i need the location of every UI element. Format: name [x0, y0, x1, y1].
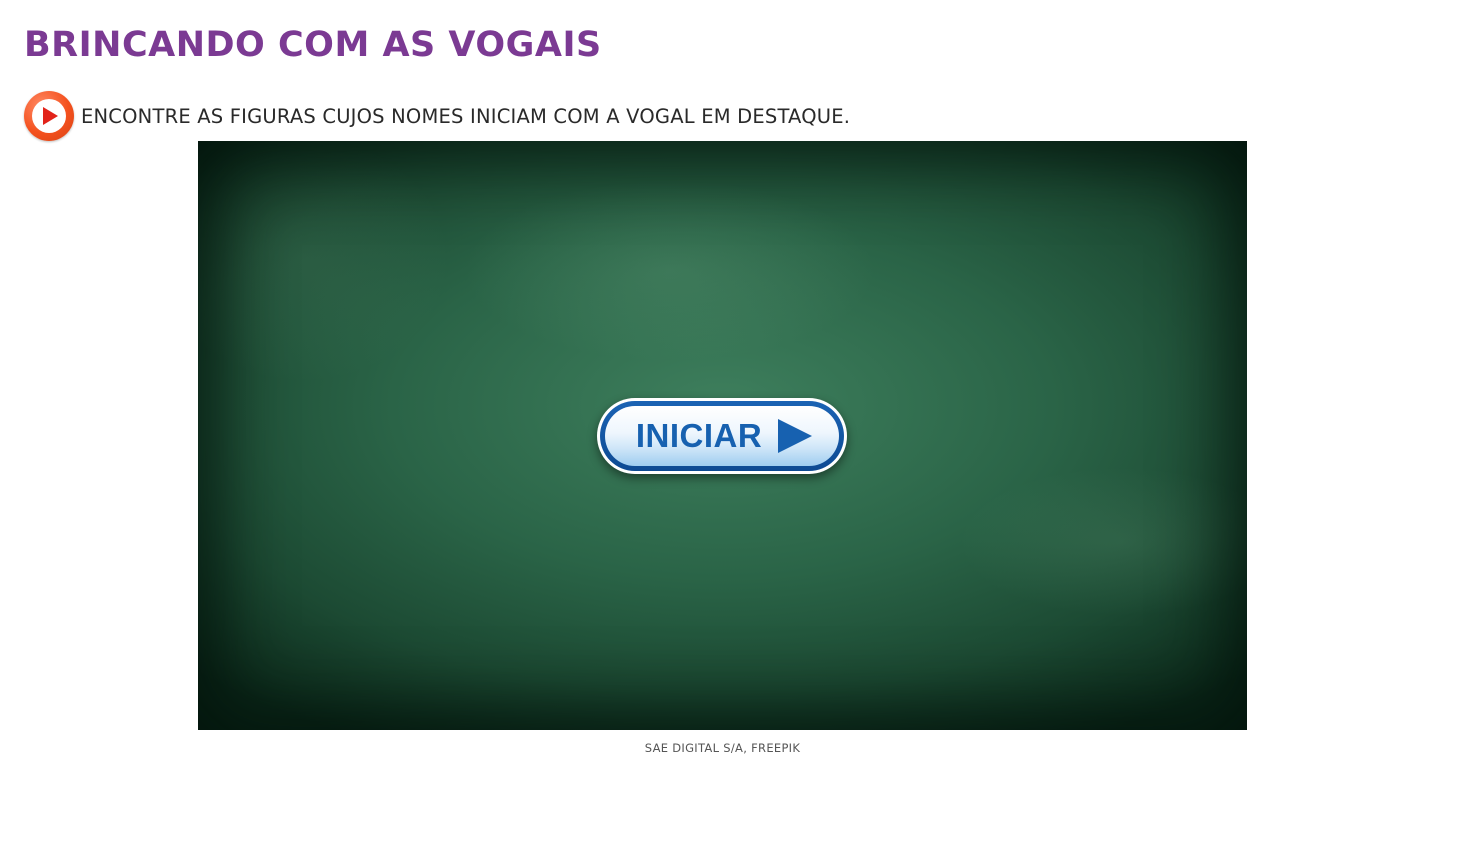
- page-title: BRINCANDO COM AS VOGAIS: [24, 25, 602, 65]
- game-chalkboard-frame[interactable]: INICIAR: [198, 141, 1247, 730]
- play-arrow-icon: [778, 419, 813, 453]
- audio-play-button[interactable]: [24, 91, 74, 141]
- image-credit: SAE DIGITAL S/A, FREEPIK: [644, 741, 801, 755]
- play-audio-icon: [43, 107, 58, 125]
- start-button[interactable]: INICIAR: [597, 398, 847, 474]
- instruction-row: ENCONTRE AS FIGURAS CUJOS NOMES INICIAM …: [24, 90, 850, 142]
- instruction-text: ENCONTRE AS FIGURAS CUJOS NOMES INICIAM …: [81, 104, 851, 128]
- start-button-label: INICIAR: [635, 417, 763, 454]
